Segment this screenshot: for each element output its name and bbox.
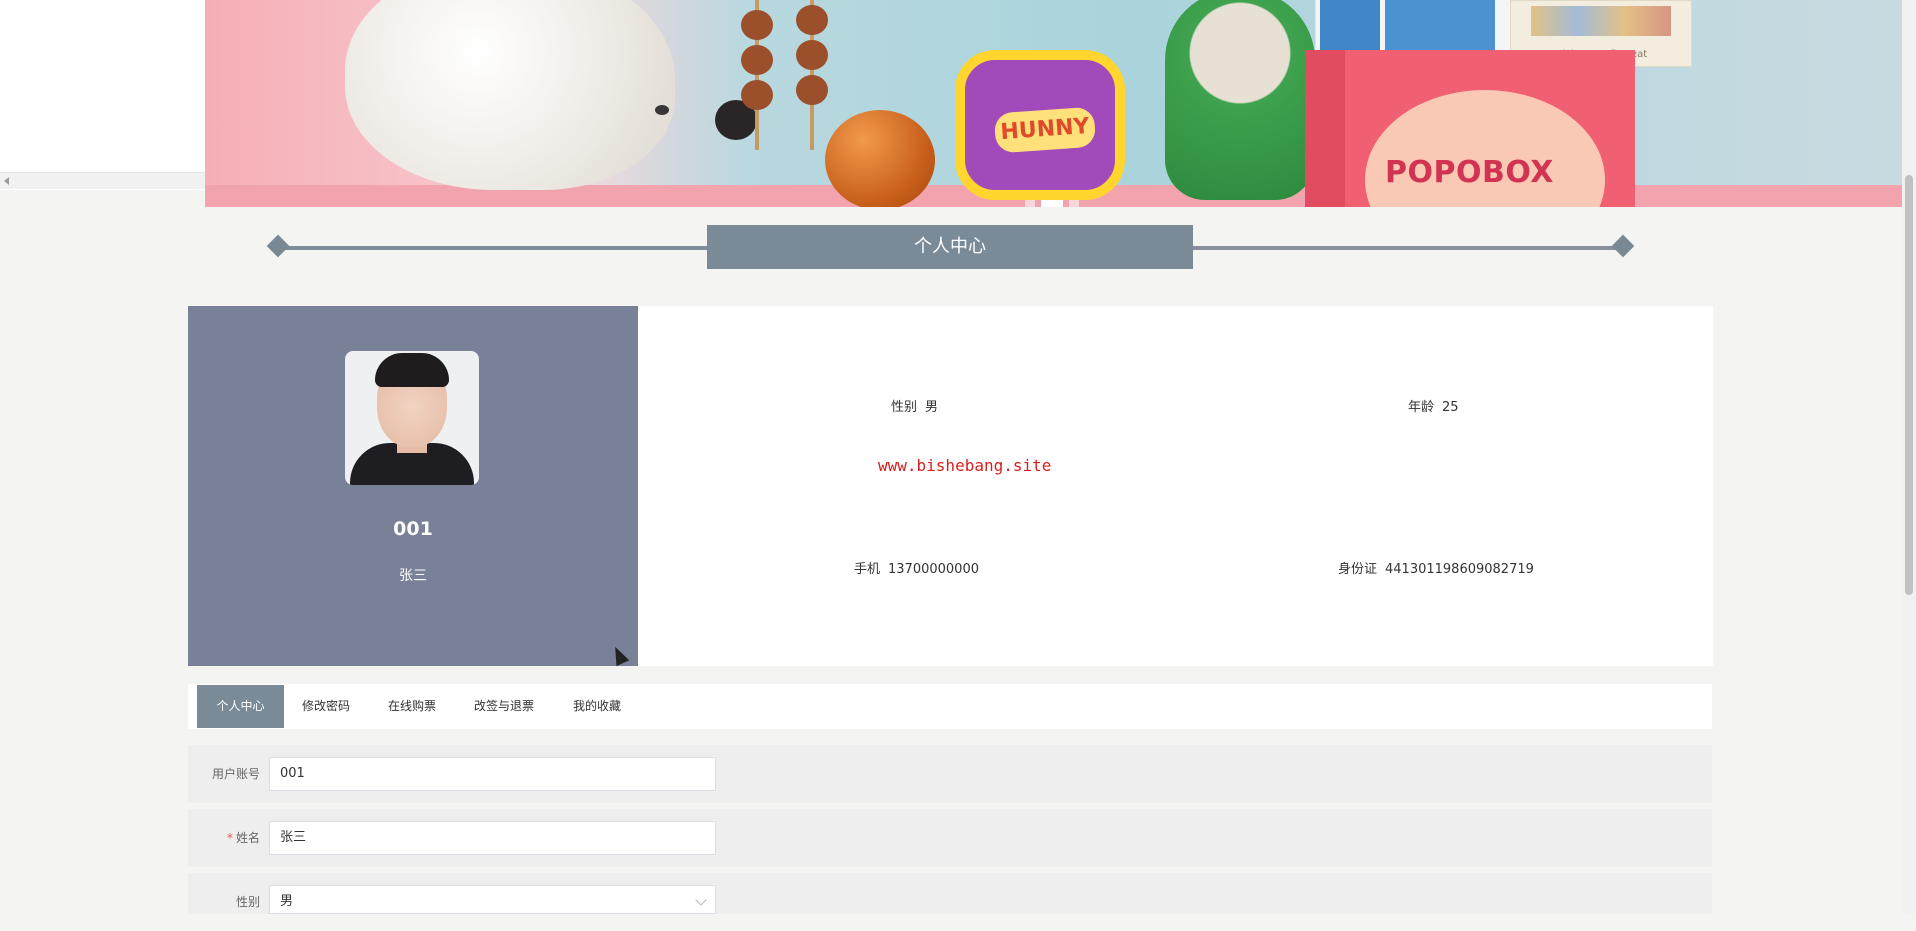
avatar [345,351,479,485]
avatar-hair [375,353,449,387]
account-label: 用户账号 [211,767,260,781]
profile-details-panel: 性别男 年龄 25 www.bishebang.site 手机 1370000000… [638,306,1713,666]
skewer-meat [796,5,828,35]
popobox-box: POPOBOX [1305,50,1635,207]
profile-account: 001 [393,518,433,540]
form-row-name: * 姓名 张三 [188,809,1712,867]
diamond-right-icon [1611,234,1635,258]
info-value: 13700000000 [888,562,979,577]
dog-image [345,0,675,190]
carousel-dot[interactable] [1069,200,1079,207]
horizontal-scrollbar[interactable] [0,172,205,189]
box-brand-text: POPOBOX [1385,155,1554,190]
profile-name: 张三 [399,568,427,584]
carousel-dot[interactable] [1025,200,1035,207]
tab-favorites[interactable]: 我的收藏 [573,684,621,729]
tab-change-password[interactable]: 修改密码 [302,684,350,729]
vertical-scrollbar[interactable] [1902,0,1916,914]
dog-eye [655,105,669,115]
info-gender: 性别男 [891,396,938,415]
skewer-meat [796,40,828,70]
carousel-indicators [1025,193,1085,207]
card-doodle [1531,6,1671,36]
skewer-meat [741,80,773,110]
info-value: 25 [1442,400,1459,415]
tab-reschedule-refund[interactable]: 改签与退票 [474,684,534,729]
name-label-text: 姓名 [235,831,260,845]
info-label: 年龄 [1408,400,1435,415]
profile-summary-panel: 001 张三 [188,306,638,667]
name-label: * 姓名 [188,809,260,867]
info-value: 男 [925,400,939,415]
product-bag [1385,0,1495,55]
skewer-meat [741,45,773,75]
orange-ball-toy [825,110,935,207]
product-bag [1320,0,1380,55]
honey-label: HUNNY [993,106,1097,154]
account-input[interactable]: 001 [269,757,716,791]
skewer-meat [796,75,828,105]
required-mark: * [226,831,233,845]
info-label: 身份证 [1338,562,1378,577]
section-title: 个人中心 [707,225,1193,269]
gender-select-value: 男 [280,894,294,909]
info-label: 性别 [891,400,918,415]
info-value: 441301198609082719 [1385,562,1534,577]
form-row-gender: 性别 男 [188,873,1712,914]
gender-label: 性别 [235,895,260,909]
scrollbar-thumb[interactable] [1905,175,1913,595]
name-input[interactable]: 张三 [269,821,716,855]
tab-personal-center[interactable]: 个人中心 [197,685,284,728]
info-phone: 手机 13700000000 [854,558,979,577]
form-row-account: 用户账号 001 [188,745,1712,803]
gender-select[interactable]: 男 [269,885,716,914]
info-id-card: 身份证 441301198609082719 [1338,558,1534,577]
chevron-down-icon [695,894,707,906]
frog-toy [1165,0,1315,200]
diamond-left-icon [266,234,290,258]
carousel-dot-active[interactable] [1041,200,1063,207]
scroll-left-arrow-icon[interactable] [4,177,9,185]
left-blank-area [0,0,205,190]
info-age: 年龄 25 [1408,396,1459,415]
mouse-cursor-icon [608,643,630,667]
title-divider-right [1192,246,1622,250]
box-side [1305,50,1345,207]
skewer-meat [741,10,773,40]
banner-carousel[interactable]: HUNNY trick or outfit treat POPOBOX [205,0,1902,207]
tab-buy-ticket[interactable]: 在线购票 [388,684,436,729]
watermark-text: www.bishebang.site [878,456,1052,475]
profile-tabs: 个人中心 修改密码 在线购票 改签与退票 我的收藏 [188,684,1712,729]
info-label: 手机 [854,562,881,577]
title-divider-left [278,246,708,250]
